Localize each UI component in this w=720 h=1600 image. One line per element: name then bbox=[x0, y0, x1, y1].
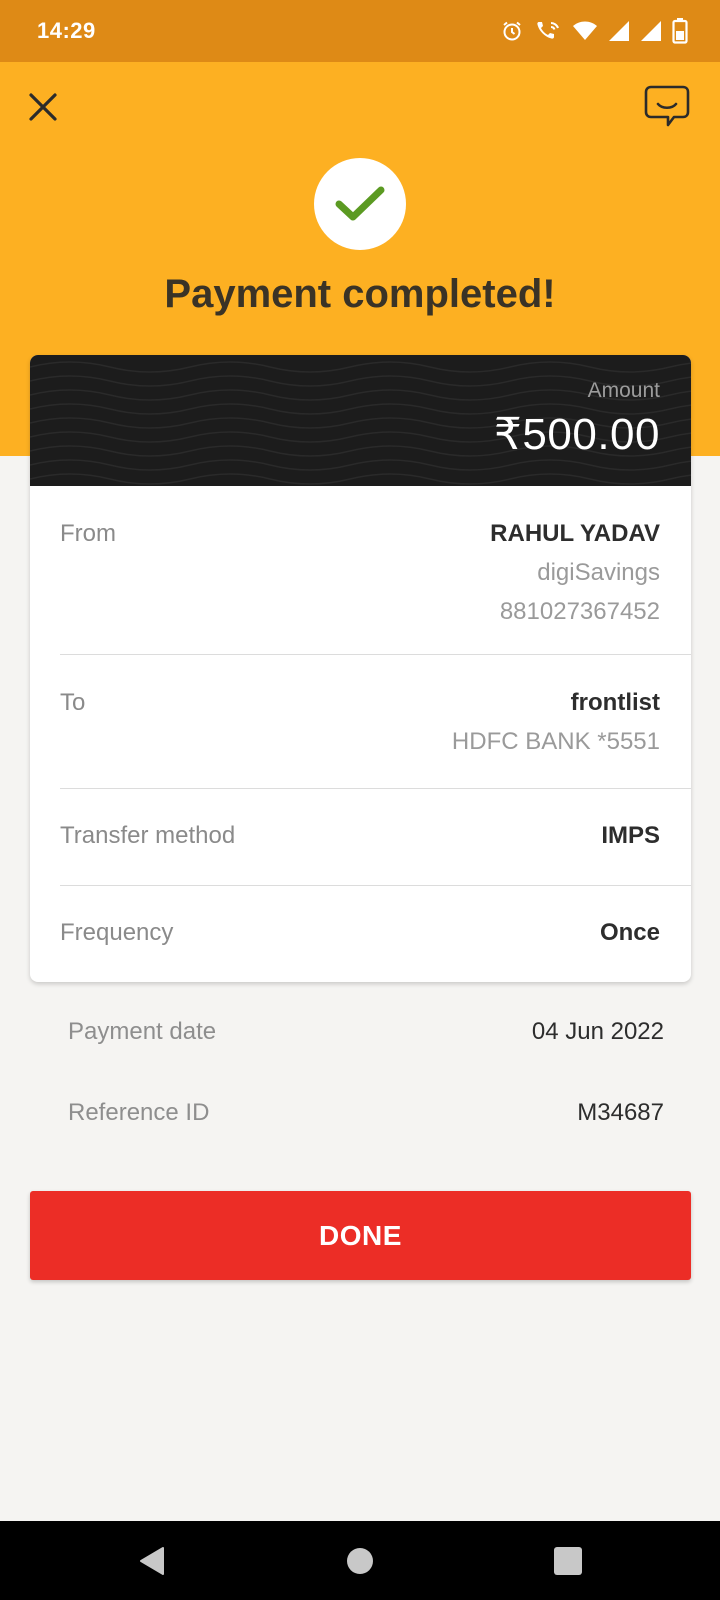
frequency-row: Frequency Once bbox=[60, 886, 691, 982]
wifi-icon bbox=[573, 21, 597, 40]
status-bar: 14:29 bbox=[0, 0, 720, 62]
recents-square-icon bbox=[554, 1546, 582, 1575]
done-button[interactable]: DONE bbox=[30, 1191, 691, 1280]
to-name: frontlist bbox=[570, 689, 660, 716]
from-row: From RAHUL YADAV digiSavings 88102736745… bbox=[60, 486, 691, 655]
amount-label: Amount bbox=[587, 379, 660, 402]
from-values: RAHUL YADAV digiSavings 881027367452 bbox=[490, 520, 660, 626]
chat-icon bbox=[644, 85, 690, 127]
amount-section: Amount ₹500.00 bbox=[30, 355, 691, 486]
from-account-type: digiSavings bbox=[537, 559, 660, 586]
to-row: To frontlist HDFC BANK *5551 bbox=[60, 655, 691, 789]
to-values: frontlist HDFC BANK *5551 bbox=[452, 689, 660, 756]
payment-date-label: Payment date bbox=[68, 1018, 217, 1045]
payment-details-card: Amount ₹500.00 From RAHUL YADAV digiSavi… bbox=[30, 355, 691, 982]
signal-icon bbox=[641, 21, 661, 41]
reference-id-value: M34687 bbox=[577, 1099, 664, 1126]
close-icon bbox=[29, 93, 57, 121]
to-label: To bbox=[60, 689, 86, 716]
frequency-label: Frequency bbox=[60, 919, 174, 946]
home-circle-icon bbox=[347, 1547, 373, 1574]
close-button[interactable] bbox=[22, 86, 64, 128]
payment-date-value: 04 Jun 2022 bbox=[531, 1018, 664, 1045]
system-nav-bar bbox=[0, 1521, 720, 1600]
transfer-method-label: Transfer method bbox=[60, 822, 236, 849]
frequency-value: Once bbox=[599, 919, 660, 946]
check-icon bbox=[335, 186, 385, 221]
status-time: 14:29 bbox=[37, 18, 96, 43]
nav-home-button[interactable] bbox=[320, 1521, 400, 1600]
page-title: Payment completed! bbox=[164, 272, 556, 316]
amount-value: ₹500.00 bbox=[493, 410, 660, 459]
back-triangle-icon bbox=[140, 1546, 164, 1575]
from-name: RAHUL YADAV bbox=[490, 520, 660, 547]
signal-icon bbox=[609, 21, 629, 41]
reference-id-row: Reference ID M34687 bbox=[68, 1099, 664, 1127]
reference-id-label: Reference ID bbox=[68, 1099, 210, 1126]
from-label: From bbox=[60, 520, 116, 547]
status-icons bbox=[500, 18, 688, 44]
wifi-call-icon bbox=[537, 22, 559, 39]
from-account-number: 881027367452 bbox=[499, 598, 660, 625]
nav-back-button[interactable] bbox=[112, 1521, 192, 1600]
transfer-method-row: Transfer method IMPS bbox=[60, 789, 691, 886]
alarm-icon bbox=[503, 21, 521, 41]
payment-date-row: Payment date 04 Jun 2022 bbox=[68, 1018, 664, 1046]
battery-icon bbox=[672, 18, 688, 44]
success-badge bbox=[314, 158, 406, 250]
transfer-method-value: IMPS bbox=[601, 822, 660, 849]
nav-recents-button[interactable] bbox=[528, 1521, 608, 1600]
chat-button[interactable] bbox=[642, 82, 692, 132]
to-bank: HDFC BANK *5551 bbox=[451, 728, 660, 755]
